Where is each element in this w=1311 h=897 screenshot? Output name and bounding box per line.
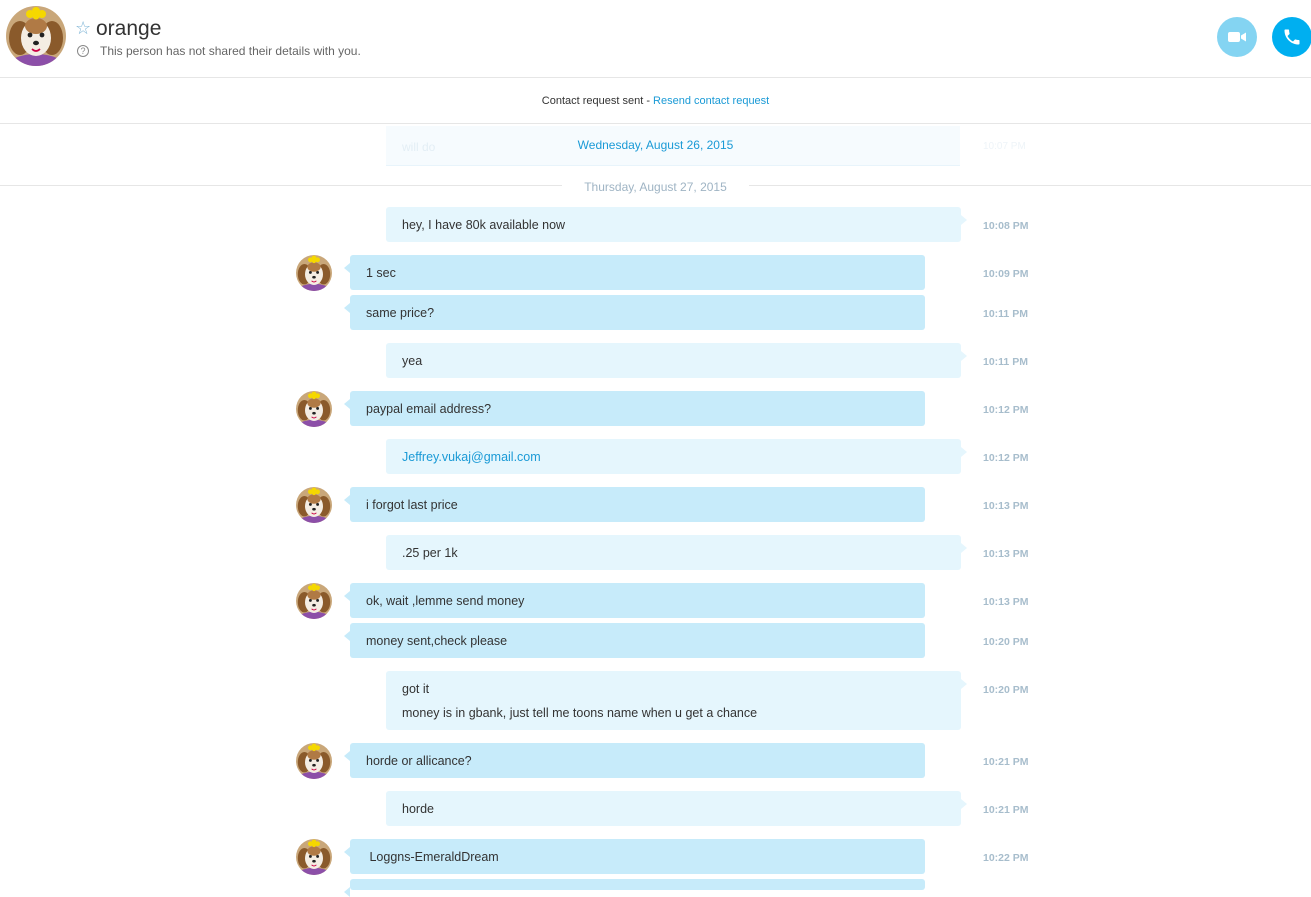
message-text: ok, wait ,lemme send money bbox=[366, 594, 525, 608]
dog-avatar-image bbox=[296, 743, 332, 779]
message-time: 10:22 PM bbox=[983, 852, 1029, 864]
message-text: paypal email address? bbox=[366, 402, 492, 416]
message-text: Loggns-EmeraldDream bbox=[366, 850, 499, 864]
favorite-star-icon[interactable]: ☆ bbox=[75, 18, 91, 38]
incoming-message[interactable]: i forgot last price bbox=[344, 487, 925, 522]
incoming-message[interactable]: horde or allicance? bbox=[344, 743, 925, 778]
dog-avatar-image bbox=[296, 391, 332, 427]
message-time: 10:09 PM bbox=[983, 268, 1029, 280]
floating-date-label: Wednesday, August 26, 2015 bbox=[577, 138, 734, 152]
help-icon: ? bbox=[77, 45, 89, 57]
contact-avatar[interactable] bbox=[6, 6, 66, 66]
resend-contact-request-link[interactable]: Resend contact request bbox=[653, 95, 769, 107]
message-time: 10:12 PM bbox=[983, 452, 1029, 464]
outgoing-message[interactable]: Jeffrey.vukaj@gmail.com bbox=[386, 439, 967, 474]
outgoing-message[interactable]: got it money is in gbank, just tell me t… bbox=[386, 671, 967, 730]
message-time: 10:20 PM bbox=[983, 636, 1029, 648]
message-time: 10:13 PM bbox=[983, 500, 1029, 512]
contact-avatar-small[interactable] bbox=[296, 583, 332, 619]
outgoing-message[interactable]: yea bbox=[386, 343, 967, 378]
video-camera-icon bbox=[1228, 32, 1246, 42]
incoming-message[interactable]: 1 sec bbox=[344, 255, 925, 290]
message-time: 10:11 PM bbox=[983, 308, 1028, 320]
contact-avatar-small[interactable] bbox=[296, 743, 332, 779]
message-time: 10:21 PM bbox=[983, 804, 1029, 816]
contact-request-bar: Contact request sent - Resend contact re… bbox=[0, 78, 1311, 124]
contact-avatar-small[interactable] bbox=[296, 487, 332, 523]
outgoing-message[interactable]: hey, I have 80k available now bbox=[386, 207, 967, 242]
message-time: 10:08 PM bbox=[983, 220, 1029, 232]
contact-status-text: This person has not shared their details… bbox=[100, 44, 361, 58]
message-text: yea bbox=[402, 354, 423, 368]
dog-avatar-image bbox=[296, 255, 332, 291]
contact-avatar-small[interactable] bbox=[296, 391, 332, 427]
dog-avatar-image bbox=[6, 6, 66, 66]
message-text: money is in gbank, just tell me toons na… bbox=[402, 706, 758, 720]
message-time: 10:21 PM bbox=[983, 756, 1029, 768]
incoming-message-partial[interactable] bbox=[344, 879, 925, 897]
contact-avatar-small[interactable] bbox=[296, 839, 332, 875]
email-link[interactable]: Jeffrey.vukaj@gmail.com bbox=[402, 450, 541, 464]
message-text: same price? bbox=[366, 306, 435, 320]
incoming-message[interactable]: money sent,check please bbox=[344, 623, 925, 658]
message-text: money sent,check please bbox=[366, 634, 508, 648]
conversation-header: ☆ orange ? This person has not shared th… bbox=[0, 0, 1311, 78]
outgoing-message[interactable]: horde bbox=[386, 791, 967, 826]
contact-avatar-small[interactable] bbox=[296, 255, 332, 291]
message-time: 10:13 PM bbox=[983, 548, 1029, 560]
incoming-message[interactable]: same price? bbox=[344, 295, 925, 330]
floating-date-header: will do 10:07 PM Wednesday, August 26, 2… bbox=[0, 124, 1311, 186]
message-text: .25 per 1k bbox=[402, 546, 458, 560]
message-text: i forgot last price bbox=[366, 498, 458, 512]
dog-avatar-image bbox=[296, 487, 332, 523]
incoming-message[interactable]: Loggns-EmeraldDream bbox=[344, 839, 925, 874]
message-time: 10:11 PM bbox=[983, 356, 1028, 368]
message-time: 10:20 PM bbox=[983, 684, 1029, 696]
incoming-message[interactable]: ok, wait ,lemme send money bbox=[344, 583, 925, 618]
request-sent-text: Contact request sent - bbox=[541, 95, 654, 107]
message-text: 1 sec bbox=[366, 266, 396, 280]
message-text: got it bbox=[402, 682, 430, 696]
outgoing-message[interactable]: .25 per 1k bbox=[386, 535, 967, 570]
video-call-button[interactable] bbox=[1217, 17, 1257, 57]
message-text: hey, I have 80k available now bbox=[402, 218, 566, 232]
dog-avatar-image bbox=[296, 583, 332, 619]
phone-icon bbox=[1284, 29, 1300, 45]
message-text: horde or allicance? bbox=[366, 754, 472, 768]
dog-avatar-image bbox=[296, 839, 332, 875]
message-text: horde bbox=[402, 802, 434, 816]
incoming-message[interactable]: paypal email address? bbox=[344, 391, 925, 426]
message-time: 10:12 PM bbox=[983, 404, 1029, 416]
contact-name[interactable]: orange bbox=[96, 17, 161, 41]
audio-call-button[interactable] bbox=[1272, 17, 1311, 57]
day-divider-label: Thursday, August 27, 2015 bbox=[562, 180, 749, 194]
message-time: 10:13 PM bbox=[983, 596, 1029, 608]
